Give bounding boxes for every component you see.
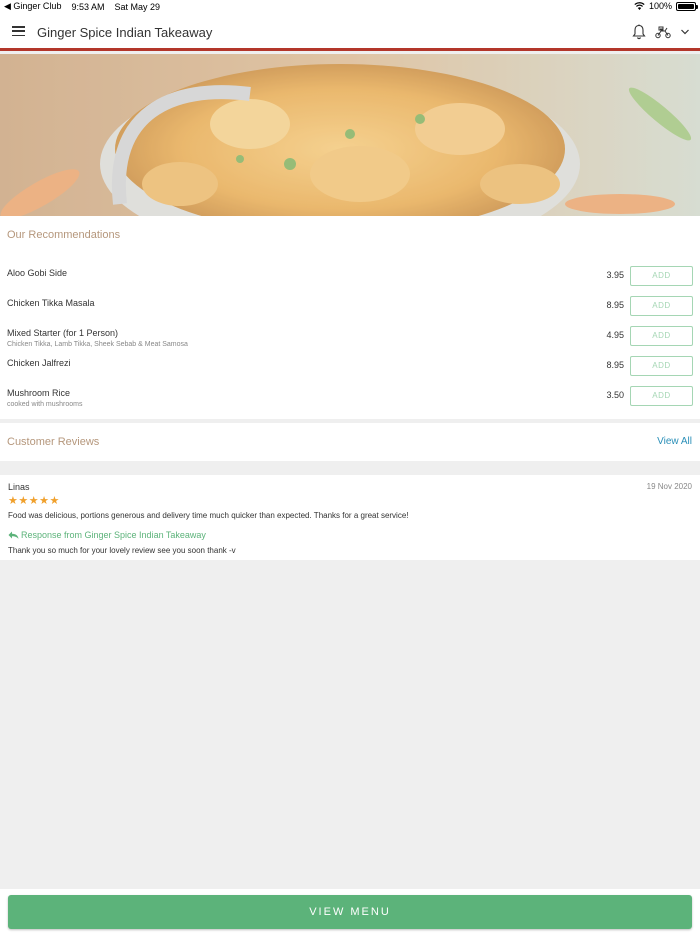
menu-icon[interactable]: [12, 26, 25, 37]
item-name: Mushroom Rice: [7, 388, 71, 398]
recommendation-item: Chicken Tikka Masala 8.95 ADD: [0, 296, 700, 326]
recommendations-title: Our Recommendations: [7, 229, 121, 241]
response-label: Response from Ginger Spice Indian Takeaw…: [8, 530, 206, 540]
item-price: 8.95: [606, 300, 624, 310]
reviews-title: Customer Reviews: [7, 436, 100, 448]
add-button[interactable]: ADD: [630, 326, 693, 346]
view-all-reviews-link[interactable]: View All: [657, 436, 692, 447]
add-button[interactable]: ADD: [630, 356, 693, 376]
item-name: Aloo Gobi Side: [7, 268, 68, 278]
status-date: Sat May 29: [114, 1, 161, 12]
status-bar: ◀ Ginger Club 9:53 AM Sat May 29 100%: [0, 0, 700, 13]
item-description: cooked with mushrooms: [7, 401, 83, 408]
add-button[interactable]: ADD: [630, 266, 693, 286]
bell-icon[interactable]: [632, 24, 646, 40]
reviewer-name: Linas: [8, 482, 30, 492]
review-date: 19 Nov 2020: [646, 482, 692, 491]
item-name: Mixed Starter (for 1 Person): [7, 328, 119, 338]
nav-bar: Ginger Spice Indian Takeaway: [0, 13, 700, 51]
item-name: Chicken Tikka Masala: [7, 298, 95, 308]
item-name: Chicken Jalfrezi: [7, 358, 71, 368]
item-price: 3.95: [606, 270, 624, 280]
item-description: Chicken Tikka, Lamb Tikka, Sheek Sebab &…: [7, 341, 188, 348]
star-rating: ★★★★★: [8, 495, 60, 507]
bottom-bar: VIEW MENU: [0, 889, 700, 934]
back-to-app-link[interactable]: ◀ Ginger Club: [4, 1, 61, 12]
item-price: 3.50: [606, 390, 624, 400]
battery-percent: 100%: [648, 1, 672, 11]
item-price: 4.95: [606, 330, 624, 340]
delivery-scooter-icon[interactable]: [655, 25, 671, 39]
wifi-icon: [634, 2, 645, 10]
chevron-down-icon[interactable]: [680, 27, 690, 37]
review-card: Linas 19 Nov 2020 ★★★★★ Food was delicio…: [0, 475, 700, 560]
recommendation-item: Mixed Starter (for 1 Person) Chicken Tik…: [0, 326, 700, 356]
page-title: Ginger Spice Indian Takeaway: [37, 25, 213, 40]
view-menu-button[interactable]: VIEW MENU: [8, 895, 692, 929]
response-text: Thank you so much for your lovely review…: [8, 546, 236, 555]
recommendation-item: Chicken Jalfrezi 8.95 ADD: [0, 356, 700, 386]
item-price: 8.95: [606, 360, 624, 370]
response-label-text: Response from Ginger Spice Indian Takeaw…: [21, 530, 206, 540]
reviews-header: Customer Reviews View All: [0, 423, 700, 461]
recommendation-item: Mushroom Rice cooked with mushrooms 3.50…: [0, 386, 700, 416]
add-button[interactable]: ADD: [630, 296, 693, 316]
recommendation-item: Aloo Gobi Side 3.95 ADD: [0, 266, 700, 296]
review-text: Food was delicious, portions generous an…: [8, 511, 409, 520]
add-button[interactable]: ADD: [630, 386, 693, 406]
status-time: 9:53 AM: [71, 1, 105, 12]
reply-icon: [8, 531, 19, 539]
hero-food-image: [0, 54, 700, 216]
recommendations-section: Our Recommendations Aloo Gobi Side 3.95 …: [0, 216, 700, 419]
battery-icon: [676, 1, 698, 11]
